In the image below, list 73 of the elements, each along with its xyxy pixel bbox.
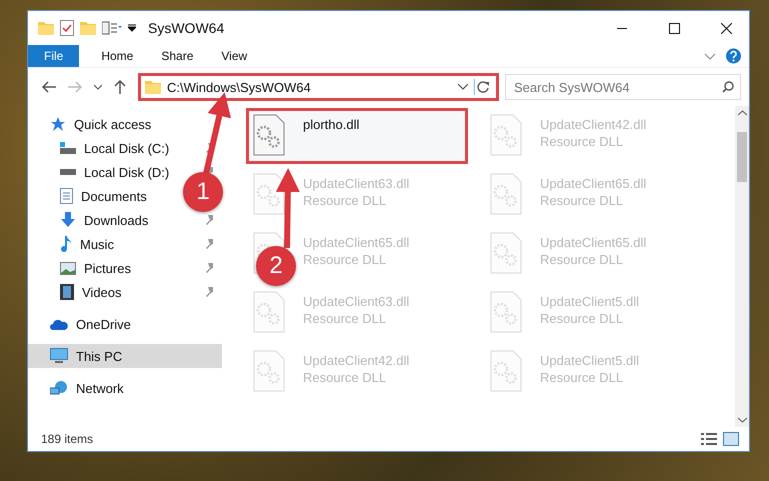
nav-item-highlight[interactable]: This PC bbox=[28, 344, 222, 368]
chevron-down-icon bbox=[94, 84, 102, 90]
nav-item-label[interactable]: Documents bbox=[81, 188, 147, 204]
close-icon bbox=[720, 22, 732, 34]
chevron-down-icon[interactable] bbox=[458, 84, 468, 90]
film-icon bbox=[60, 284, 74, 300]
search-icon bbox=[722, 81, 734, 93]
scrollbar[interactable] bbox=[735, 106, 749, 427]
star-icon bbox=[50, 116, 66, 132]
file-type: Resource DLL bbox=[540, 193, 624, 208]
file-type: Resource DLL bbox=[303, 193, 388, 208]
gear-file-icon bbox=[253, 173, 285, 215]
drive-icon bbox=[60, 168, 76, 176]
file-type: Resource DLL bbox=[303, 370, 388, 385]
folder-icon bbox=[80, 21, 96, 35]
large-icons-view-icon[interactable] bbox=[723, 432, 739, 446]
forward-arrow-icon bbox=[68, 81, 82, 93]
search-field[interactable]: Search SysWOW64 bbox=[505, 74, 741, 100]
properties-icon bbox=[102, 21, 122, 35]
gear-file-icon bbox=[490, 232, 522, 274]
folder-icon bbox=[145, 80, 161, 94]
gear-file-icon bbox=[253, 291, 285, 333]
music-note-icon bbox=[60, 236, 72, 252]
download-arrow-icon bbox=[60, 212, 76, 228]
ribbon-tab[interactable]: View bbox=[207, 45, 262, 67]
nav-item-label[interactable]: Quick access bbox=[74, 116, 152, 132]
file-type: Resource DLL bbox=[540, 311, 624, 326]
maximize-icon bbox=[668, 22, 680, 34]
nav-item-label[interactable]: Music bbox=[80, 236, 114, 252]
file-type: Resource DLL bbox=[540, 252, 624, 267]
file-name[interactable]: plortho.dll bbox=[303, 117, 360, 132]
address-path: C:\Windows\SysWOW64 bbox=[167, 80, 312, 94]
back-arrow-icon bbox=[42, 81, 56, 93]
file-type: Resource DLL bbox=[303, 311, 388, 326]
file-tab[interactable]: File bbox=[28, 45, 80, 67]
gear-file-icon bbox=[490, 291, 522, 333]
file-type: Resource DLL bbox=[540, 370, 624, 385]
gear-file-icon bbox=[253, 114, 285, 156]
picture-icon bbox=[60, 262, 76, 274]
gear-file-icon bbox=[490, 173, 522, 215]
item-count: 189 items bbox=[41, 432, 94, 446]
window-title: SysWOW64 bbox=[148, 20, 226, 36]
ribbon-tab[interactable]: Home bbox=[87, 45, 148, 67]
nav-item-label[interactable]: Videos bbox=[82, 284, 122, 300]
cloud-icon bbox=[50, 318, 68, 330]
file-type: Resource DLL bbox=[303, 252, 388, 267]
up-arrow-icon bbox=[114, 80, 126, 94]
nav-item-label[interactable]: Downloads bbox=[84, 212, 148, 228]
refresh-icon[interactable] bbox=[474, 79, 492, 95]
details-view-icon[interactable] bbox=[701, 432, 717, 446]
nav-item-label[interactable]: Pictures bbox=[84, 260, 131, 276]
ribbon-tab[interactable]: Share bbox=[147, 45, 208, 67]
gear-file-icon bbox=[253, 350, 285, 392]
gear-file-icon bbox=[490, 114, 522, 156]
scrollbar-thumb[interactable] bbox=[737, 132, 747, 182]
gear-file-icon bbox=[490, 350, 522, 392]
nav-item-label[interactable]: This PC bbox=[76, 348, 122, 364]
file-tile-highlight[interactable]: plortho.dll bbox=[246, 108, 468, 164]
file-type: Resource DLL bbox=[540, 134, 624, 149]
checklist-icon bbox=[60, 20, 74, 36]
nav-item-label[interactable]: OneDrive bbox=[76, 316, 131, 332]
chevron-down-icon[interactable] bbox=[738, 417, 746, 423]
nav-item-label[interactable]: Local Disk (D:) bbox=[84, 164, 170, 180]
network-globe-icon bbox=[50, 380, 68, 396]
address-bar[interactable]: C:\Windows\SysWOW64 bbox=[138, 73, 499, 101]
folder-icon bbox=[38, 21, 54, 35]
chevron-up-icon[interactable] bbox=[738, 110, 746, 116]
nav-item-label[interactable]: Local Disk (C:) bbox=[84, 140, 170, 156]
computer-icon bbox=[50, 348, 68, 364]
document-icon bbox=[60, 188, 73, 204]
drive-icon bbox=[60, 141, 76, 155]
dropdown-arrow-icon[interactable] bbox=[128, 24, 136, 32]
nav-item-label[interactable]: Network bbox=[76, 380, 124, 396]
